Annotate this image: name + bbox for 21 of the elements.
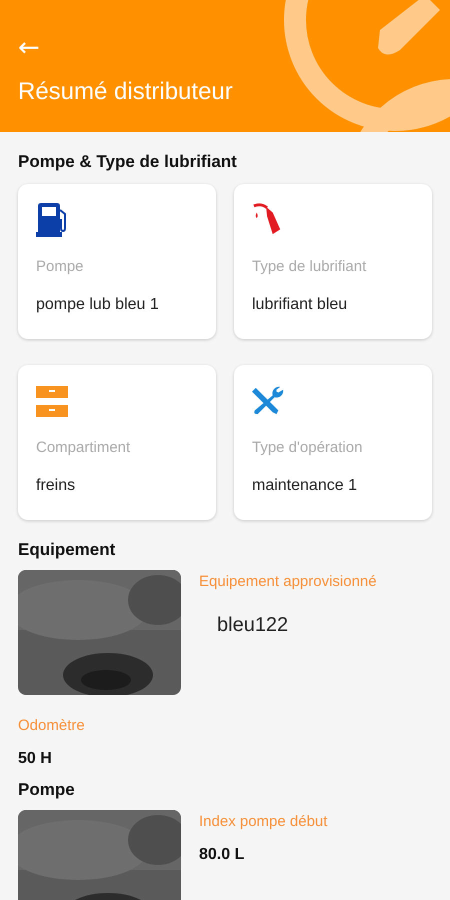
- back-button[interactable]: ←: [18, 30, 40, 66]
- card-value: maintenance 1: [252, 477, 358, 495]
- card-value: freins: [36, 477, 76, 495]
- field-value: bleu122: [217, 614, 288, 637]
- card-value: pompe lub bleu 1: [36, 296, 160, 314]
- fuel-pump-icon: [36, 202, 68, 238]
- field-value: 50 H: [18, 750, 52, 768]
- section-title: Pompe & Type de lubrifiant: [18, 152, 238, 172]
- section-title: Equipement: [18, 540, 116, 560]
- field-value: 80.0 L: [199, 846, 244, 864]
- card-value: lubrifiant bleu: [252, 296, 348, 314]
- field-label: Odomètre: [18, 717, 85, 734]
- section-title: Pompe: [18, 780, 76, 800]
- card-label: Pompe: [36, 258, 85, 275]
- card-label: Compartiment: [36, 439, 132, 456]
- field-label: Index pompe début: [199, 813, 328, 830]
- drawers-icon: [36, 383, 68, 419]
- card-label: Type de lubrifiant: [252, 258, 368, 275]
- field-label: Equipement approvisionné: [199, 573, 377, 590]
- card-label: Type d'opération: [252, 439, 364, 456]
- page-title: Résumé distributeur: [18, 78, 234, 106]
